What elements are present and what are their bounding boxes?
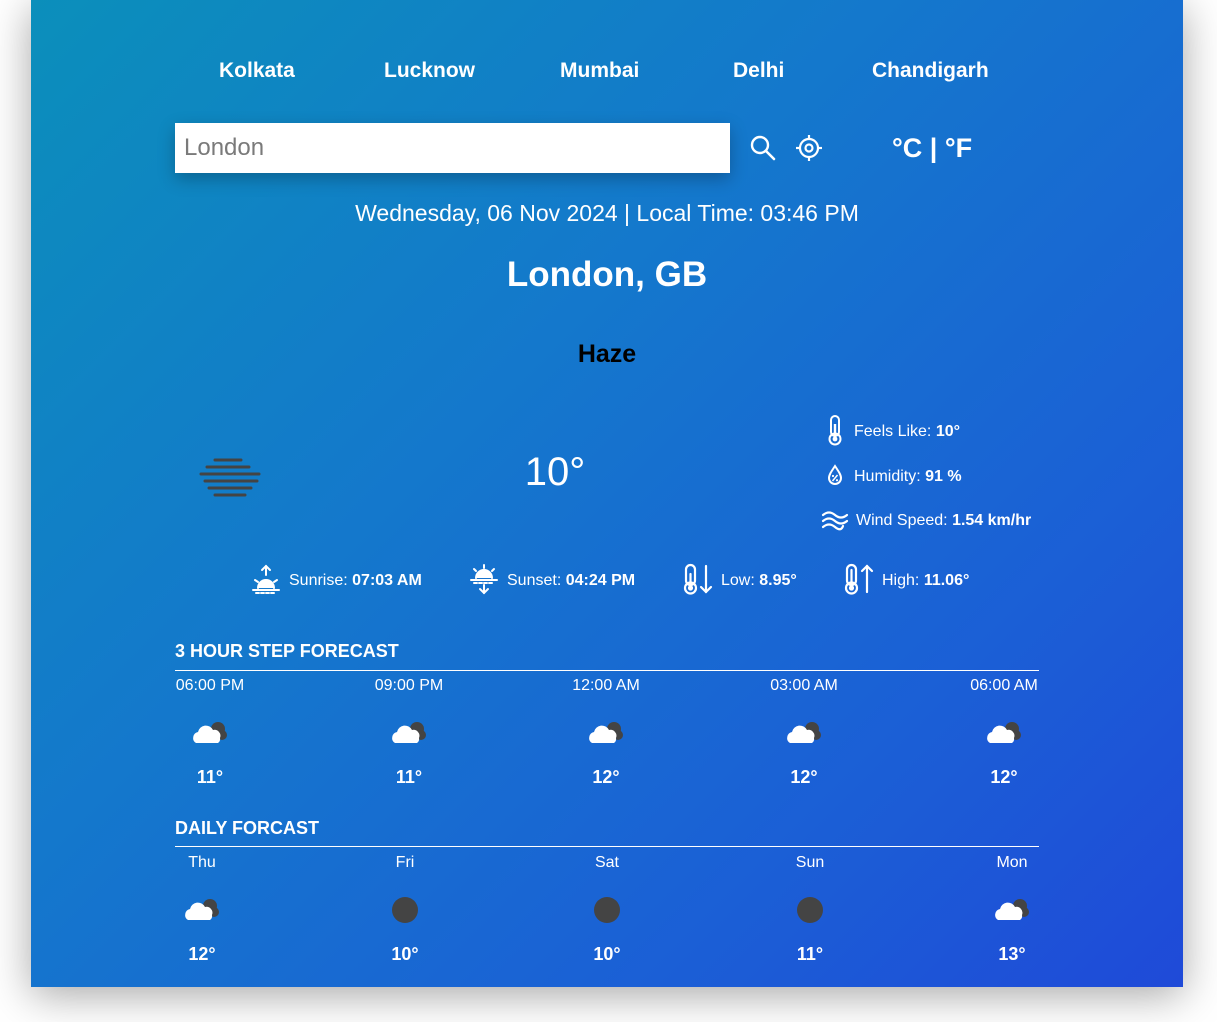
hourly-time: 12:00 AM [572, 677, 640, 694]
city-button-mumbai[interactable]: Mumbai [560, 56, 639, 86]
wind-speed-row: Wind Speed: 1.54 km/hr [821, 508, 1031, 534]
hourly-divider [175, 670, 1039, 671]
sunrise-value: 07:03 AM [352, 572, 422, 589]
high-temp-icon [843, 562, 875, 601]
cloud-icon [142, 886, 262, 934]
sunset-item: Sunset: 04:24 PM [468, 563, 636, 600]
dark-circle-icon [750, 886, 870, 934]
dark-circle-icon [547, 886, 667, 934]
hourly-temp: 12° [990, 767, 1018, 787]
humidity-drop-icon [823, 463, 847, 492]
wind-speed-label: Wind Speed: [856, 512, 948, 529]
sunrise-label: Sunrise: [289, 572, 348, 589]
hourly-time: 09:00 PM [374, 677, 444, 694]
sunrise-item: Sunrise: 07:03 AM [250, 564, 422, 598]
hourly-temp: 11° [395, 767, 423, 787]
city-button-delhi[interactable]: Delhi [733, 56, 784, 86]
dark-circle-icon [345, 886, 465, 934]
feels-like-label: Feels Like: [854, 423, 932, 440]
cloud-icon [744, 709, 864, 757]
hourly-temp: 12° [592, 767, 620, 787]
high-temp-item: High: 11.06° [843, 562, 970, 601]
daily-temp: 11° [796, 944, 824, 964]
hourly-temp: 12° [790, 767, 818, 787]
hourly-item: 09:00 PM 11° [349, 675, 469, 788]
cloud-icon [944, 709, 1064, 757]
city-button-lucknow[interactable]: Lucknow [384, 56, 475, 86]
search-icon[interactable] [749, 134, 777, 167]
cloud-icon [952, 886, 1072, 934]
daily-item: Sat 10° [547, 852, 667, 965]
daily-day: Thu [188, 854, 216, 871]
cloud-icon [150, 709, 270, 757]
high-temp-value: 11.06° [923, 572, 970, 589]
wind-icon [821, 507, 849, 536]
haze-icon [199, 456, 263, 503]
daily-forecast-title: DAILY FORCAST [175, 818, 320, 838]
thermometer-icon [823, 414, 847, 451]
daily-item: Thu 12° [142, 852, 262, 965]
daily-item: Fri 10° [345, 852, 465, 965]
search-input[interactable] [175, 123, 730, 173]
feels-like-row: Feels Like: 10° [823, 414, 961, 451]
hourly-time: 06:00 PM [175, 677, 245, 694]
hourly-temp: 11° [196, 767, 224, 787]
daily-divider [175, 846, 1039, 847]
low-temp-value: 8.95° [759, 572, 797, 589]
daily-day: Sat [594, 854, 619, 871]
daily-day: Mon [996, 854, 1028, 871]
hourly-forecast-title: 3 HOUR STEP FORECAST [175, 641, 399, 661]
feels-like-value: 10° [935, 423, 961, 440]
hourly-item: 06:00 PM 11° [150, 675, 270, 788]
hourly-time: 06:00 AM [970, 677, 1038, 694]
daily-temp: 13° [998, 944, 1026, 964]
location-crosshair-icon[interactable] [794, 133, 824, 168]
high-temp-label: High: [882, 572, 920, 589]
humidity-label: Humidity: [854, 468, 921, 485]
weather-content: Kolkata Lucknow Mumbai Delhi Chandigarh … [175, 0, 1039, 987]
date-time: Wednesday, 06 Nov 2024 | Local Time: 03:… [355, 200, 859, 226]
daily-day: Sun [795, 854, 825, 871]
sunset-value: 04:24 PM [565, 572, 636, 589]
daily-temp: 10° [391, 944, 419, 964]
low-temp-icon [682, 562, 714, 601]
wind-speed-value: 1.54 km/hr [952, 512, 1032, 529]
city-button-chandigarh[interactable]: Chandigarh [872, 56, 989, 86]
hourly-time: 03:00 AM [770, 677, 838, 694]
humidity-value: 91 % [925, 468, 962, 485]
hourly-item: 12:00 AM 12° [546, 675, 666, 788]
daily-item: Sun 11° [750, 852, 870, 965]
cloud-icon [546, 709, 666, 757]
daily-temp: 10° [593, 944, 621, 964]
humidity-row: Humidity: 91 % [823, 463, 962, 492]
daily-item: Mon 13° [952, 852, 1072, 965]
cloud-icon [349, 709, 469, 757]
hourly-item: 03:00 AM 12° [744, 675, 864, 788]
low-temp-item: Low: 8.95° [682, 562, 797, 601]
daily-temp: 12° [188, 944, 216, 964]
sunrise-icon [250, 563, 282, 600]
city-button-kolkata[interactable]: Kolkata [219, 56, 295, 86]
unit-toggle[interactable]: °C | °F [892, 130, 972, 166]
weather-condition: Haze [577, 340, 637, 368]
daily-day: Fri [395, 854, 415, 871]
sunset-label: Sunset: [507, 572, 562, 589]
low-temp-label: Low: [721, 572, 755, 589]
weather-card: Kolkata Lucknow Mumbai Delhi Chandigarh … [31, 0, 1183, 987]
location-title: London, GB [506, 255, 708, 294]
current-temperature: 10° [524, 450, 586, 494]
hourly-item: 06:00 AM 12° [944, 675, 1064, 788]
sunset-icon [468, 563, 500, 600]
